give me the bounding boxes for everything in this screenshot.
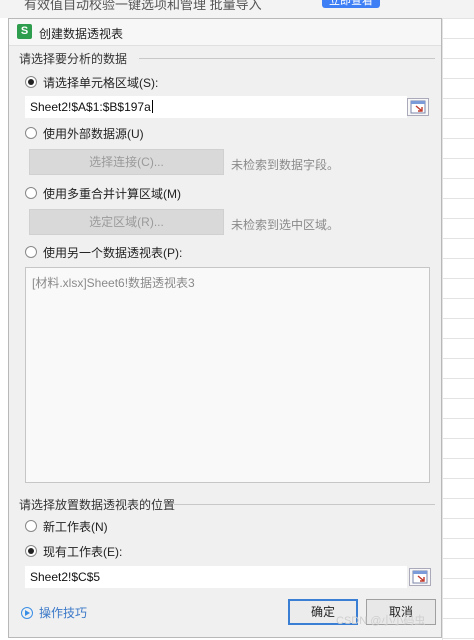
collapse-location-button[interactable] bbox=[409, 568, 431, 586]
radio-cell-range[interactable]: 请选择单元格区域(S): bbox=[25, 73, 158, 91]
section-divider bbox=[174, 504, 435, 505]
tips-label[interactable]: 操作技巧 bbox=[39, 604, 87, 621]
select-range-button[interactable]: 选定区域(R)... bbox=[29, 209, 224, 235]
radio-other-pivot-label: 使用另一个数据透视表(P): bbox=[43, 245, 183, 260]
select-connection-button[interactable]: 选择连接(C)... bbox=[29, 149, 224, 175]
radio-unchecked-icon[interactable] bbox=[25, 187, 37, 199]
range-select-icon bbox=[412, 570, 428, 584]
background-sheet-grid bbox=[442, 18, 474, 640]
radio-multi-range[interactable]: 使用多重合并计算区域(M) bbox=[25, 184, 181, 202]
radio-external-label: 使用外部数据源(U) bbox=[43, 126, 144, 141]
radio-new-sheet-label: 新工作表(N) bbox=[43, 519, 108, 534]
radio-multi-range-label: 使用多重合并计算区域(M) bbox=[43, 186, 181, 201]
radio-existing-sheet[interactable]: 现有工作表(E): bbox=[25, 542, 122, 560]
background-banner-text: 有效值自动校验一键选项和管理 批量导入 bbox=[24, 0, 262, 12]
watermark: CSDN @小小码虫 bbox=[336, 615, 426, 627]
range-select-icon bbox=[410, 100, 426, 114]
create-pivot-table-dialog: S 创建数据透视表 请选择要分析的数据 请选择单元格区域(S): Sheet2!… bbox=[8, 18, 442, 638]
pivot-table-list[interactable]: [材料.xlsx]Sheet6!数据透视表3 bbox=[25, 267, 430, 483]
background-view-button[interactable]: 立即查看 bbox=[322, 0, 380, 8]
radio-existing-sheet-label: 现有工作表(E): bbox=[43, 544, 123, 559]
list-item[interactable]: [材料.xlsx]Sheet6!数据透视表3 bbox=[32, 274, 195, 291]
cell-range-input[interactable]: Sheet2!$A$1:$B$197a bbox=[25, 96, 407, 118]
dialog-titlebar[interactable]: S 创建数据透视表 bbox=[9, 19, 441, 46]
existing-sheet-value: Sheet2!$C$5 bbox=[30, 570, 101, 584]
play-circle-icon bbox=[21, 606, 33, 619]
existing-sheet-input[interactable]: Sheet2!$C$5 bbox=[25, 566, 407, 588]
radio-checked-icon[interactable] bbox=[25, 76, 37, 88]
source-section-label: 请选择要分析的数据 bbox=[19, 52, 128, 66]
radio-unchecked-icon[interactable] bbox=[25, 246, 37, 258]
radio-unchecked-icon[interactable] bbox=[25, 127, 37, 139]
radio-new-sheet[interactable]: 新工作表(N) bbox=[25, 517, 108, 535]
placement-section-label: 请选择放置数据透视表的位置 bbox=[19, 498, 176, 512]
no-range-hint: 未检索到选中区域。 bbox=[231, 218, 340, 232]
section-divider bbox=[139, 58, 435, 59]
radio-other-pivot[interactable]: 使用另一个数据透视表(P): bbox=[25, 243, 182, 261]
radio-checked-icon[interactable] bbox=[25, 545, 37, 557]
tips-link[interactable]: 操作技巧 bbox=[21, 604, 87, 621]
cell-range-value: Sheet2!$A$1:$B$197a bbox=[30, 100, 151, 114]
background-toolbar: 有效值自动校验一键选项和管理 批量导入 立即查看 bbox=[0, 0, 474, 18]
no-fields-hint: 未检索到数据字段。 bbox=[231, 158, 340, 172]
spreadsheet-app-icon: S bbox=[17, 24, 32, 39]
dialog-title: 创建数据透视表 bbox=[39, 27, 124, 41]
text-caret bbox=[151, 100, 153, 113]
radio-external-source[interactable]: 使用外部数据源(U) bbox=[25, 124, 144, 142]
collapse-range-button[interactable] bbox=[407, 98, 429, 116]
radio-unchecked-icon[interactable] bbox=[25, 520, 37, 532]
radio-cell-range-label: 请选择单元格区域(S): bbox=[43, 75, 159, 90]
